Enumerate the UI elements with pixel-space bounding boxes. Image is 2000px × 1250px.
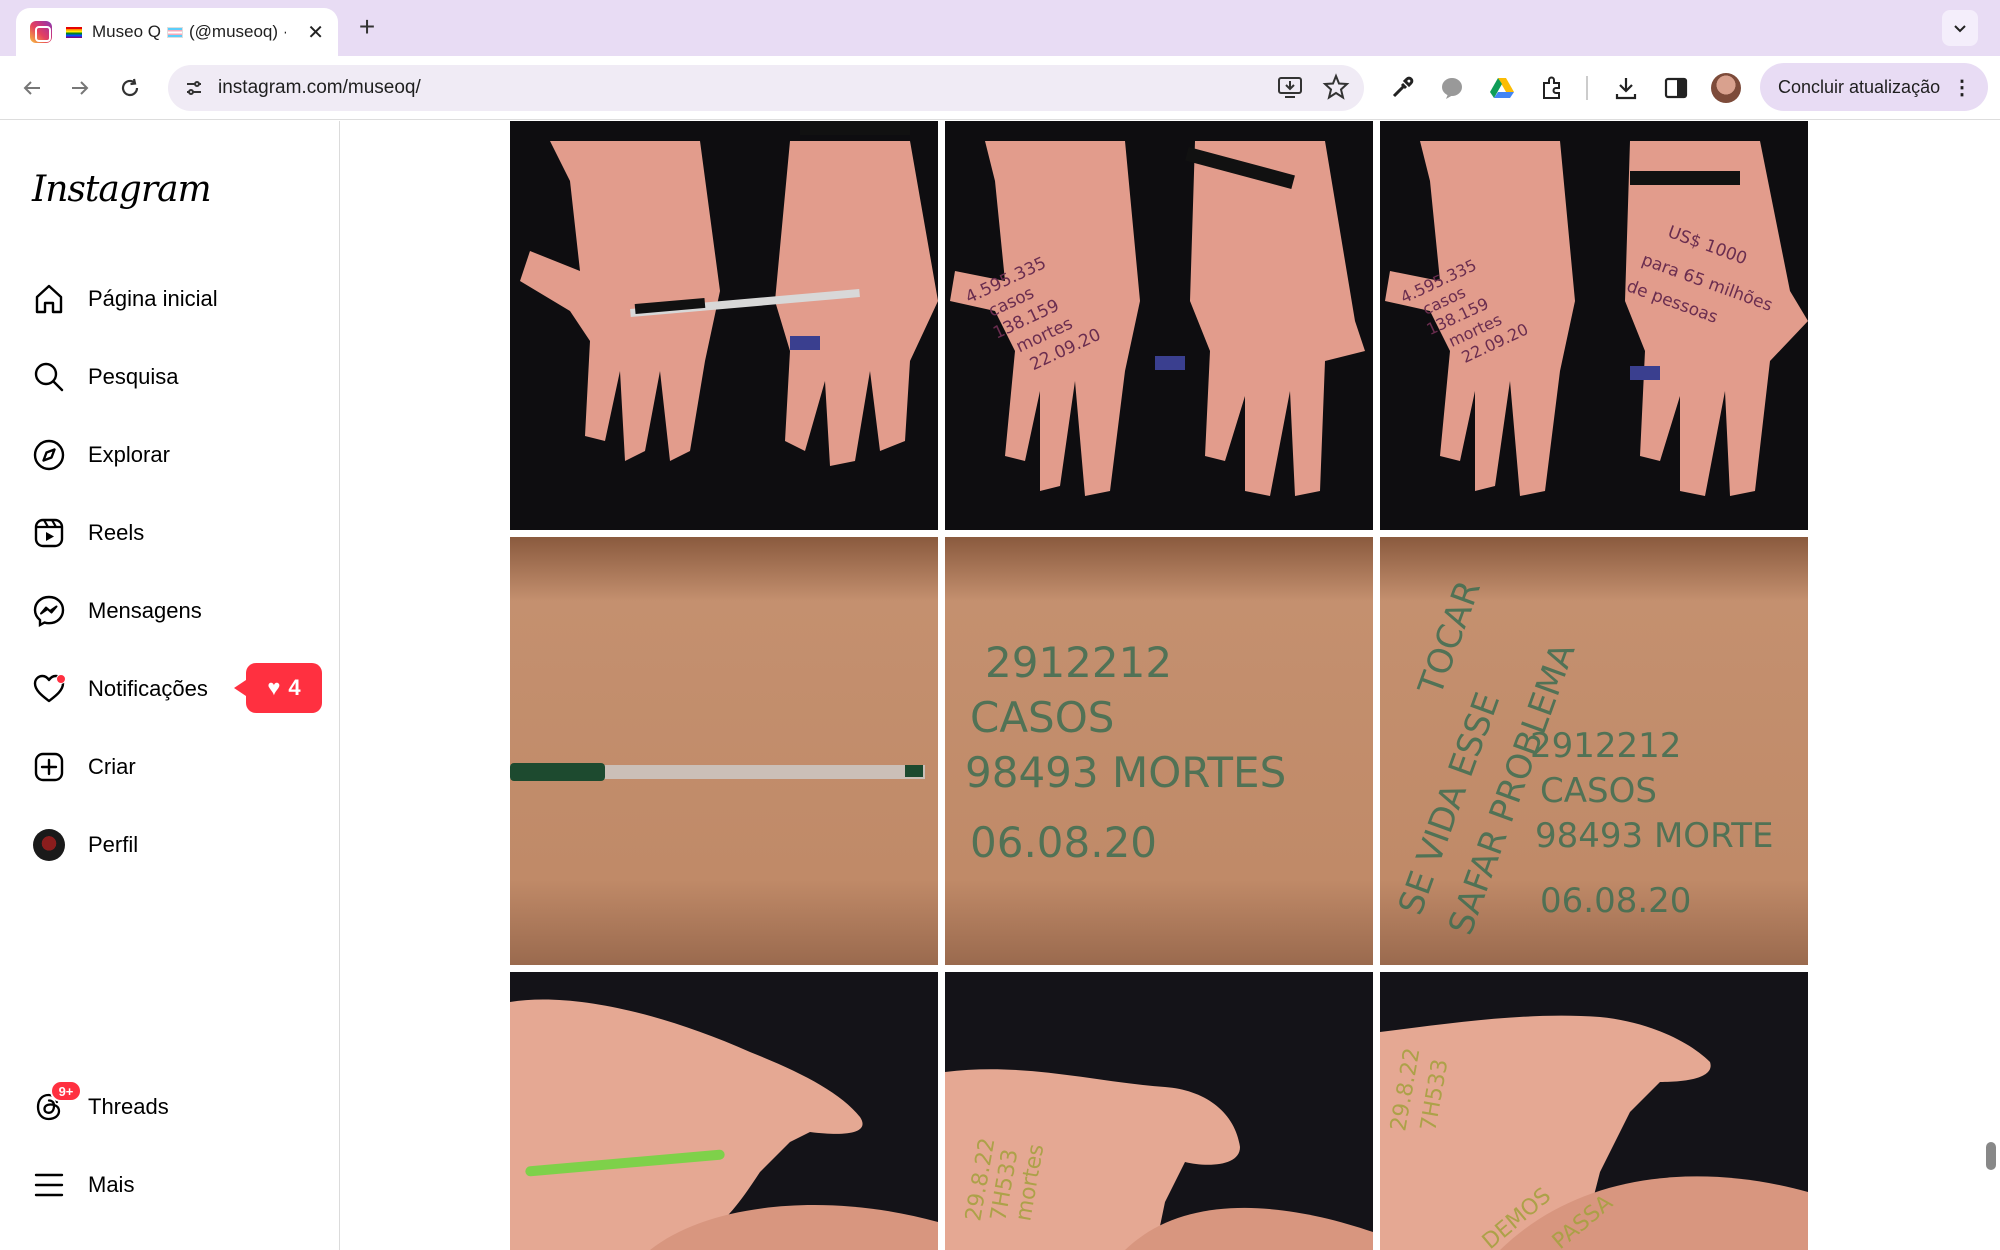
- rainbow-flag-icon: [66, 26, 82, 38]
- compass-icon: [32, 438, 66, 472]
- heart-icon: [32, 672, 66, 706]
- instagram-favicon-icon: [30, 21, 52, 43]
- side-panel-icon[interactable]: [1660, 72, 1692, 104]
- palms-with-pen-photo: [520, 121, 938, 466]
- post-thumbnail[interactable]: [510, 121, 938, 530]
- post-thumbnail[interactable]: [510, 972, 938, 1250]
- nav-home[interactable]: Página inicial: [32, 275, 218, 323]
- menu-icon: [32, 1168, 66, 1202]
- tab-title: Museo Q (@museoq) ·: [66, 22, 286, 42]
- handwritten-casos-text: 2912212: [985, 638, 1172, 687]
- search-icon: [32, 360, 66, 394]
- svg-text:98493 MORTES: 98493 MORTES: [965, 748, 1286, 797]
- trans-flag-icon: [166, 26, 183, 38]
- nav-messages[interactable]: Mensagens: [32, 587, 202, 635]
- back-button[interactable]: [16, 72, 48, 104]
- post-thumbnail[interactable]: 2912212 CASOS 98493 MORTES 06.08.20: [945, 537, 1373, 965]
- post-thumbnail[interactable]: 4.595.335 casos 138.159 mortes 22.09.20: [945, 121, 1373, 530]
- svg-text:CASOS: CASOS: [1540, 771, 1657, 811]
- forearm-written-full-photo: 2912212 CASOS 98493 MORTE 06.08.20 SE VI…: [1380, 537, 1808, 965]
- browser-toolbar: instagram.com/museoq/ Concluir atualizaç…: [0, 56, 2000, 120]
- foot-with-pen-photo: [510, 999, 938, 1250]
- forward-button[interactable]: [64, 72, 96, 104]
- new-tab-button[interactable]: +: [352, 12, 382, 42]
- browser-tab-active[interactable]: Museo Q (@museoq) · ✕: [16, 8, 338, 56]
- post-thumbnail[interactable]: [510, 537, 938, 965]
- foot-written-full-photo: 29.8.22 7H533 DEMOS PASSA: [1380, 1015, 1808, 1250]
- svg-text:06.08.20: 06.08.20: [1540, 881, 1691, 921]
- page-scrollbar[interactable]: [1986, 1142, 1996, 1170]
- svg-text:98493 MORTE: 98493 MORTE: [1535, 816, 1773, 856]
- kebab-menu-icon[interactable]: ⋮: [1952, 75, 1972, 100]
- post-thumbnail[interactable]: 2912212 CASOS 98493 MORTE 06.08.20 SE VI…: [1380, 537, 1808, 965]
- nav-search[interactable]: Pesquisa: [32, 353, 179, 401]
- speech-bubble-extension-icon[interactable]: [1436, 72, 1468, 104]
- install-app-icon[interactable]: [1276, 73, 1304, 106]
- nav-create[interactable]: Criar: [32, 743, 136, 791]
- nav-profile[interactable]: Perfil: [32, 821, 138, 869]
- close-tab-icon[interactable]: ✕: [307, 20, 324, 45]
- nav-threads[interactable]: 9+ Threads: [32, 1080, 169, 1131]
- bookmark-star-icon[interactable]: [1322, 73, 1350, 106]
- google-drive-icon[interactable]: [1486, 72, 1518, 104]
- svg-text:06.08.20: 06.08.20: [970, 818, 1157, 867]
- foot-written-photo: 29.8.22 7H533 mortes: [945, 1069, 1373, 1250]
- home-icon: [32, 282, 66, 316]
- post-thumbnail[interactable]: 4.595.335 casos 138.159 mortes 22.09.20 …: [1380, 121, 1808, 530]
- forearm-with-pen-photo: [510, 537, 938, 965]
- svg-text:CASOS: CASOS: [970, 693, 1114, 742]
- nav-explore[interactable]: Explorar: [32, 431, 170, 479]
- browser-tab-bar: Museo Q (@museoq) · ✕ +: [0, 0, 2000, 56]
- reload-button[interactable]: [114, 72, 146, 104]
- nav-more[interactable]: Mais: [32, 1161, 134, 1209]
- toolbar-divider: [1586, 76, 1588, 100]
- notification-dot: [56, 674, 66, 684]
- update-browser-button[interactable]: Concluir atualização ⋮: [1760, 63, 1988, 111]
- reels-icon: [32, 516, 66, 550]
- site-info-icon[interactable]: [178, 72, 210, 104]
- arrow-right-icon: [72, 81, 89, 95]
- arrow-left-icon: [23, 81, 40, 95]
- profile-avatar-icon[interactable]: [1710, 72, 1742, 104]
- profile-avatar: [32, 828, 66, 862]
- instagram-logo[interactable]: Instagram: [32, 169, 212, 210]
- forearm-written-photo: 2912212 CASOS 98493 MORTES 06.08.20: [945, 537, 1373, 965]
- downloads-icon[interactable]: [1610, 72, 1642, 104]
- eyedropper-extension-icon[interactable]: [1386, 72, 1418, 104]
- nav-notifications[interactable]: Notificações: [32, 665, 208, 713]
- tab-search-button[interactable]: [1942, 10, 1978, 46]
- messenger-icon: [32, 594, 66, 628]
- post-thumbnail[interactable]: 29.8.22 7H533 mortes: [945, 972, 1373, 1250]
- url-text: instagram.com/museoq/: [218, 77, 421, 98]
- nav-reels[interactable]: Reels: [32, 509, 144, 557]
- address-bar[interactable]: instagram.com/museoq/: [168, 65, 1364, 111]
- reload-icon: [121, 78, 139, 97]
- threads-icon: 9+: [32, 1080, 82, 1124]
- notification-count-badge[interactable]: ♥ 4: [234, 663, 322, 713]
- post-thumbnail[interactable]: 29.8.22 7H533 DEMOS PASSA: [1380, 972, 1808, 1250]
- threads-badge: 9+: [50, 1080, 82, 1102]
- plus-square-icon: [32, 750, 66, 784]
- palms-written-photo: 4.595.335 casos 138.159 mortes 22.09.20: [950, 141, 1365, 496]
- palms-written-both-photo: 4.595.335 casos 138.159 mortes 22.09.20 …: [1385, 141, 1808, 496]
- heart-filled-icon: ♥: [267, 675, 281, 700]
- extensions-puzzle-icon[interactable]: [1536, 72, 1568, 104]
- chevron-down-icon: [1954, 25, 1966, 33]
